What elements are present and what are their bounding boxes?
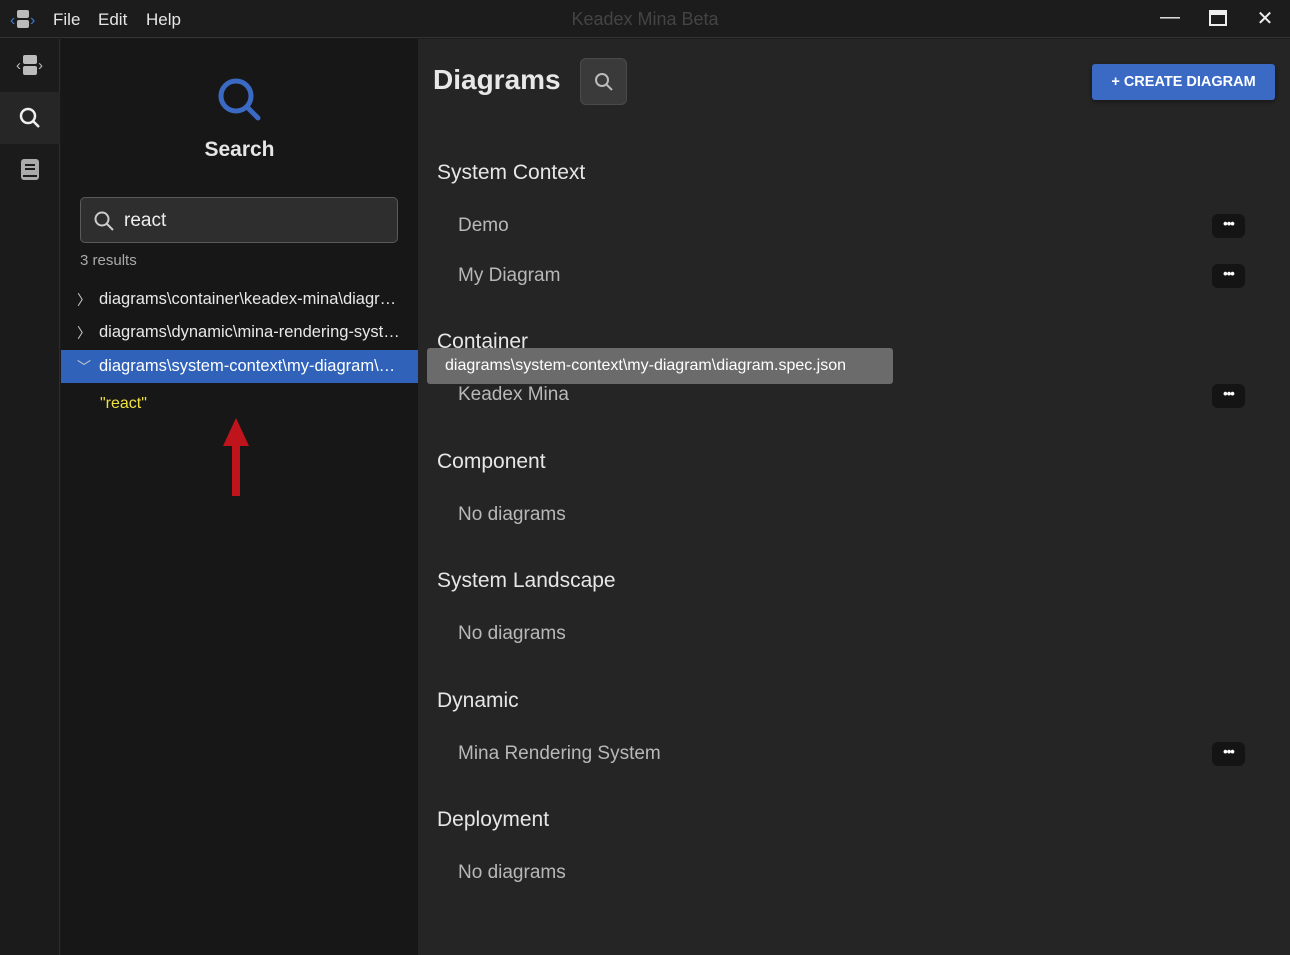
library-activity-button[interactable]	[0, 144, 60, 196]
svg-text:‹: ‹	[16, 57, 21, 74]
diagram-item[interactable]: My Diagram	[458, 265, 560, 287]
minimize-icon[interactable]: —	[1157, 6, 1183, 32]
title-bar: ‹ › File Edit Help Keadex Mina Beta — ✕	[0, 0, 1290, 38]
diagram-item[interactable]: Demo	[458, 215, 509, 237]
section-heading: System Landscape	[437, 569, 616, 592]
search-activity-button[interactable]	[0, 92, 60, 144]
section-heading: Component	[437, 450, 546, 473]
search-match[interactable]: "react"	[100, 395, 147, 413]
diagram-item[interactable]: Keadex Mina	[458, 384, 569, 406]
diagrams-activity-button[interactable]: ‹ ›	[0, 39, 60, 91]
search-input[interactable]: react	[80, 197, 398, 243]
diagram-icon: ‹ ›	[16, 55, 43, 75]
search-icon	[594, 72, 613, 91]
section-heading: Deployment	[437, 808, 550, 831]
book-icon	[21, 159, 39, 180]
result-item[interactable]: 〉diagrams\dynamic\mina-rendering-system\…	[61, 316, 418, 349]
diagram-search-button[interactable]	[580, 58, 627, 105]
close-icon[interactable]: ✕	[1252, 6, 1278, 32]
window-title: Keadex Mina Beta	[571, 9, 719, 29]
svg-text:›: ›	[38, 57, 43, 74]
more-options-button[interactable]: •••	[1212, 214, 1245, 238]
more-options-button[interactable]: •••	[1212, 384, 1245, 408]
empty-message: No diagrams	[458, 862, 566, 883]
maximize-icon[interactable]	[1205, 6, 1231, 32]
result-item[interactable]: 〉diagrams\container\keadex-mina\diagram.…	[61, 283, 418, 316]
more-options-button[interactable]: •••	[1212, 742, 1245, 766]
results-count: 3 results	[80, 252, 137, 269]
activity-bar: ‹ ›	[0, 39, 60, 955]
empty-message: No diagrams	[458, 623, 566, 644]
create-diagram-button[interactable]: + CREATE DIAGRAM	[1092, 64, 1275, 100]
search-header-icon	[218, 78, 261, 121]
chevron-right-icon: 〉	[77, 324, 91, 341]
diagram-item[interactable]: Mina Rendering System	[458, 743, 661, 765]
section-heading: Dynamic	[437, 689, 519, 712]
search-input-value: react	[124, 210, 167, 231]
chevron-right-icon: 〉	[77, 291, 91, 308]
red-arrow-annotation	[223, 418, 249, 496]
path-tooltip: diagrams\system-context\my-diagram\diagr…	[427, 348, 893, 384]
section-heading: System Context	[437, 161, 586, 184]
search-icon	[19, 107, 40, 128]
page-title: Diagrams	[433, 64, 561, 95]
search-icon	[94, 211, 114, 231]
empty-message: No diagrams	[458, 504, 566, 525]
search-heading: Search	[204, 138, 275, 161]
more-options-button[interactable]: •••	[1212, 264, 1245, 288]
result-item-selected[interactable]: ﹀ diagrams\system-context\my-diagram\diag…	[61, 350, 418, 383]
chevron-down-icon: ﹀	[77, 358, 91, 375]
